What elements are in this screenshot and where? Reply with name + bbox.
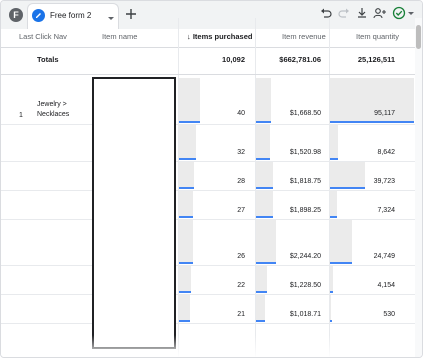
bar-baseline — [179, 320, 190, 322]
bar-baseline — [256, 262, 276, 264]
row-item-quantity: 4,154 — [377, 282, 395, 289]
bar-fill — [256, 162, 273, 188]
bar-baseline — [179, 291, 191, 293]
row-item-quantity: 24,749 — [373, 253, 395, 260]
bar-baseline — [256, 320, 265, 322]
bar-fill — [256, 78, 271, 122]
bar-fill — [330, 220, 352, 263]
bar-fill — [330, 125, 338, 159]
totals-divider — [1, 74, 415, 75]
bar-baseline — [330, 121, 414, 123]
tab-bar: F Free form 2 — [1, 1, 422, 29]
tab-label: Free form 2 — [50, 11, 92, 20]
bar-baseline — [330, 187, 365, 189]
bar-fill — [330, 162, 365, 188]
row-divider — [1, 190, 415, 191]
row-item-quantity: 95,117 — [374, 110, 395, 117]
bar-fill — [179, 220, 193, 263]
totals-item-quantity: 25,126,511 — [357, 55, 395, 64]
bar-fill — [179, 295, 190, 321]
row-divider — [1, 323, 415, 324]
bar-fill — [256, 295, 265, 321]
redo-icon[interactable] — [337, 6, 351, 20]
undo-icon[interactable] — [319, 6, 333, 20]
row-item-revenue: $1,018.71 — [289, 311, 321, 318]
download-icon[interactable] — [355, 6, 369, 20]
row-item-quantity: 8,642 — [377, 149, 395, 156]
bar-baseline — [330, 216, 337, 218]
row-dimension-line1[interactable]: Jewelry > — [37, 101, 67, 108]
row-items-purchased: 27 — [237, 207, 245, 214]
edit-pencil-icon — [32, 9, 45, 22]
row-divider — [1, 124, 415, 125]
bar-fill — [330, 295, 331, 321]
row-dimension-line2[interactable]: Necklaces — [37, 111, 69, 118]
bar-baseline — [179, 121, 200, 123]
row-items-purchased: 22 — [237, 282, 245, 289]
bottom-fade — [1, 335, 415, 357]
bar-baseline — [179, 158, 196, 160]
report-canvas: F Free form 2 Last Click Nav Item name ↓… — [0, 0, 423, 358]
bar-fill — [330, 191, 337, 217]
tab-free-form-2[interactable]: Free form 2 — [27, 3, 119, 29]
bar-fill — [179, 266, 191, 292]
bar-fill — [179, 162, 194, 188]
dropdown-caret-icon[interactable] — [106, 10, 116, 20]
row-item-quantity: 7,324 — [377, 207, 395, 214]
totals-item-revenue: $662,781.06 — [279, 55, 321, 64]
row-item-quantity: 530 — [383, 311, 395, 318]
scrollbar-thumb[interactable] — [416, 25, 421, 49]
row-items-purchased: 26 — [237, 253, 245, 260]
bar-fill — [256, 125, 270, 159]
bar-baseline — [256, 121, 271, 123]
row-item-revenue: $1,818.75 — [289, 178, 321, 185]
row-items-purchased: 32 — [237, 149, 245, 156]
row-item-revenue: $2,244.20 — [289, 253, 321, 260]
row-item-revenue: $1,520.98 — [289, 149, 321, 156]
row-divider — [1, 265, 415, 266]
bar-fill — [330, 78, 414, 122]
row-index: 1 — [19, 112, 23, 119]
row-item-quantity: 39,723 — [373, 178, 395, 185]
row-items-purchased: 40 — [237, 110, 245, 117]
bar-baseline — [330, 291, 333, 293]
vertical-scrollbar[interactable] — [415, 18, 422, 357]
bar-baseline — [179, 216, 193, 218]
bar-fill — [179, 191, 193, 217]
bar-baseline — [179, 187, 194, 189]
bar-fill — [256, 191, 273, 217]
row-item-revenue: $1,228.50 — [289, 282, 321, 289]
bar-fill — [256, 266, 267, 292]
totals-items-purchased: 10,092 — [222, 55, 245, 64]
bar-baseline — [330, 262, 352, 264]
bar-baseline — [330, 158, 338, 160]
row-item-revenue: $1,898.25 — [289, 207, 321, 214]
bar-baseline — [256, 216, 273, 218]
bar-baseline — [256, 187, 273, 189]
bar-baseline — [256, 158, 270, 160]
row-divider — [1, 294, 415, 295]
bar-fill — [179, 78, 200, 122]
bar-baseline — [330, 320, 332, 322]
bar-fill — [256, 220, 276, 263]
bar-baseline — [256, 291, 267, 293]
header-divider — [1, 47, 415, 48]
row-items-purchased: 28 — [237, 178, 245, 185]
add-tab-icon[interactable] — [122, 5, 140, 23]
share-user-icon[interactable] — [372, 6, 388, 20]
bar-fill — [330, 266, 333, 292]
bar-fill — [179, 125, 196, 159]
row-item-revenue: $1,668.50 — [289, 110, 321, 117]
item-name-selection-box[interactable] — [92, 77, 176, 349]
row-items-purchased: 21 — [237, 311, 245, 318]
check-status-icon[interactable] — [392, 6, 406, 20]
user-avatar[interactable]: F — [9, 8, 23, 22]
row-divider — [1, 219, 415, 220]
header-items-purchased-label: Items purchased — [192, 32, 253, 41]
totals-label: Totals — [37, 55, 59, 64]
bar-baseline — [179, 262, 193, 264]
sort-descending-icon: ↓ — [187, 32, 191, 41]
